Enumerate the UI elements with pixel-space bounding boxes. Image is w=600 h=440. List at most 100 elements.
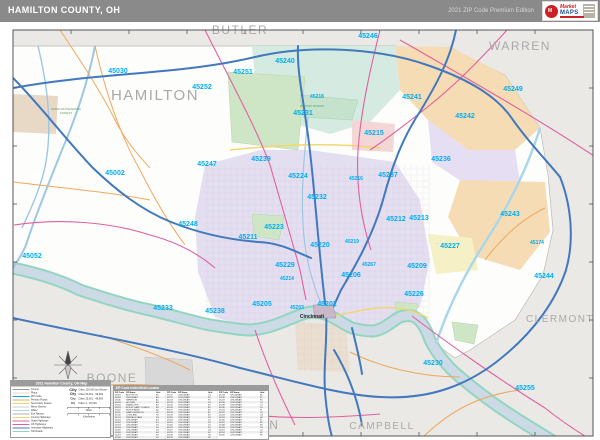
zip-code-label: 45203 bbox=[290, 305, 304, 311]
county-label: WARREN bbox=[489, 39, 551, 53]
marketmaps-logo: M Market MAPS bbox=[542, 1, 598, 21]
scale-bar: Kilometers bbox=[67, 413, 110, 419]
city-sample: City bbox=[70, 397, 76, 401]
zip-index-column-group: ZIP Code ZIP Name Grid 45233 CINCINNATI B5 452… bbox=[218, 391, 268, 439]
zip-code-label: 45248 bbox=[178, 221, 198, 228]
zip-code-label: 45214 bbox=[280, 276, 294, 282]
zip-code-label: 45224 bbox=[288, 173, 308, 180]
city-labels-layer: Cincinnati bbox=[300, 314, 325, 320]
zip-code-label: 45205 bbox=[252, 301, 272, 308]
harrison-place bbox=[13, 94, 58, 134]
map-canvas: BUTLERWARRENHAMILTONBOONEKENTONCAMPBELLC… bbox=[0, 22, 600, 440]
scale-bar-label: Kilometers bbox=[83, 415, 95, 419]
zip-code-label: 45255 bbox=[515, 385, 535, 392]
legend-swatch bbox=[12, 413, 30, 415]
zip-code-label: 45030 bbox=[108, 68, 128, 75]
logo-underline bbox=[560, 16, 584, 18]
zip-code-label: 45202 bbox=[317, 301, 337, 308]
zip-code-label: 45230 bbox=[423, 360, 443, 367]
legend-swatch bbox=[12, 399, 30, 401]
county-label: CAMPBELL bbox=[349, 421, 414, 432]
zip-code-label: 45252 bbox=[192, 84, 212, 91]
zip-code-label: 45218 bbox=[310, 94, 324, 100]
city-label: Cincinnati bbox=[300, 314, 325, 320]
zip-code-label: 45219 bbox=[345, 239, 359, 245]
zip-code-label: 45237 bbox=[378, 172, 398, 179]
zip-index-groups: ZIP Code ZIP Name Grid 45001 ADDYSTON B4 45002… bbox=[114, 391, 268, 439]
edition-label: 2021 ZIP Code Premium Edition bbox=[448, 8, 534, 14]
city-sample: City bbox=[69, 387, 77, 393]
zip-code-label: 45236 bbox=[431, 156, 451, 163]
park-label: WINTON WOODS bbox=[300, 104, 325, 108]
legend-swatch bbox=[12, 406, 30, 408]
zip-code-label: 45229 bbox=[275, 262, 295, 269]
zip-index-column-group: ZIP Code ZIP Name Grid 45001 ADDYSTON B4 45002… bbox=[114, 391, 166, 439]
city-class-label: Cities 1 - 25,000 bbox=[78, 401, 97, 405]
zip-code-label: 45211 bbox=[238, 234, 257, 241]
zip-code-label: 45249 bbox=[503, 86, 523, 93]
header-bar: HAMILTON COUNTY, OH 2021 ZIP Code Premiu… bbox=[0, 0, 600, 22]
zip-code-label: 45232 bbox=[307, 194, 327, 201]
scale-bar-label: Miles bbox=[86, 409, 92, 412]
legend-swatch bbox=[12, 409, 30, 411]
legend-scale-bars: Miles Kilometers bbox=[67, 407, 110, 419]
zip-code-label: 45231 bbox=[293, 110, 313, 117]
zip-code-label: 45241 bbox=[402, 94, 422, 101]
zip-code-label: 45247 bbox=[197, 161, 217, 168]
zip-code-label: 45246 bbox=[358, 33, 378, 40]
zip-code-label: 45251 bbox=[233, 69, 253, 76]
legend-city-class: City Cities 1 - 25,000 bbox=[68, 401, 111, 406]
zip-code-label: 45240 bbox=[275, 58, 295, 65]
legend-swatch bbox=[12, 402, 30, 404]
zip-code-label: 45220 bbox=[310, 242, 330, 249]
legend-swatch bbox=[12, 423, 30, 425]
zip-code-label: 45233 bbox=[153, 305, 173, 312]
legend-swatch bbox=[12, 427, 30, 429]
legend-item-label: Toll Roads bbox=[31, 429, 43, 433]
zip-index-table: ZIP Code Index/Grid Locator ZIP Code ZIP … bbox=[113, 385, 269, 440]
legend-swatch bbox=[12, 430, 30, 432]
zip-code-label: 45212 bbox=[386, 216, 406, 223]
county-label: CLERMONT bbox=[526, 314, 594, 325]
logo-badge-icon: M bbox=[545, 5, 558, 18]
park-label: FOREST bbox=[60, 111, 72, 115]
zip-code-label: 45267 bbox=[362, 262, 376, 268]
legend-swatch bbox=[12, 392, 30, 394]
county-label: HAMILTON bbox=[111, 87, 199, 104]
page-title: HAMILTON COUNTY, OH bbox=[8, 5, 121, 15]
zip-index-cell: CINCINNATI bbox=[230, 433, 242, 437]
zip-code-label: 45223 bbox=[264, 224, 284, 231]
legend-item: Toll Roads bbox=[12, 429, 67, 434]
legend-city-classes: City Cities 100,000 and Above City Cities 5… bbox=[68, 388, 111, 406]
zip-index-cell: 45255 bbox=[219, 433, 225, 437]
zip-code-label: 45242 bbox=[455, 113, 475, 120]
zip-code-label: 45239 bbox=[251, 156, 271, 163]
zip-code-label: 45216 bbox=[349, 176, 363, 182]
city-sample: City bbox=[70, 402, 76, 405]
zip-code-label: 45206 bbox=[341, 272, 361, 279]
zip-code-label: 45238 bbox=[205, 308, 225, 315]
legend-swatch bbox=[12, 420, 30, 422]
zip-code-label: 45215 bbox=[364, 130, 384, 137]
city-class-label: Cities 25,001 - 49,999 bbox=[78, 397, 103, 401]
zip-code-label: 45227 bbox=[440, 243, 460, 250]
zip-index-cell: H5 bbox=[260, 433, 263, 437]
city-class-label: Cities 100,000 and Above bbox=[78, 388, 108, 392]
legend-swatch bbox=[12, 388, 30, 390]
map-legend: 2021 Hamilton County, OH Map County Place… bbox=[10, 380, 111, 438]
map-page: HAMILTON COUNTY, OH 2021 ZIP Code Premiu… bbox=[0, 0, 600, 440]
legend-swatch bbox=[12, 416, 30, 418]
zip-code-label: 45226 bbox=[404, 291, 424, 298]
legend-items: County Place ZIP Code Primary Roads Secondar… bbox=[11, 387, 68, 434]
logo-text-block bbox=[583, 4, 595, 18]
zip-code-label: 45243 bbox=[500, 211, 520, 218]
zip-code-label: 45244 bbox=[534, 273, 554, 280]
zip-index-column-group: ZIP Code ZIP Name Grid 45211 CINCINNATI C3 452… bbox=[166, 391, 218, 439]
legend-swatch bbox=[12, 395, 30, 397]
zip-code-label: 45209 bbox=[407, 263, 427, 270]
city-class-label: Cities 50,001 - 99,999 bbox=[78, 392, 103, 396]
zip-code-label: 45174 bbox=[530, 240, 544, 246]
zip-code-label: 45213 bbox=[409, 215, 429, 222]
city-sample: City bbox=[69, 392, 77, 397]
zip-code-label: 45052 bbox=[22, 253, 42, 260]
